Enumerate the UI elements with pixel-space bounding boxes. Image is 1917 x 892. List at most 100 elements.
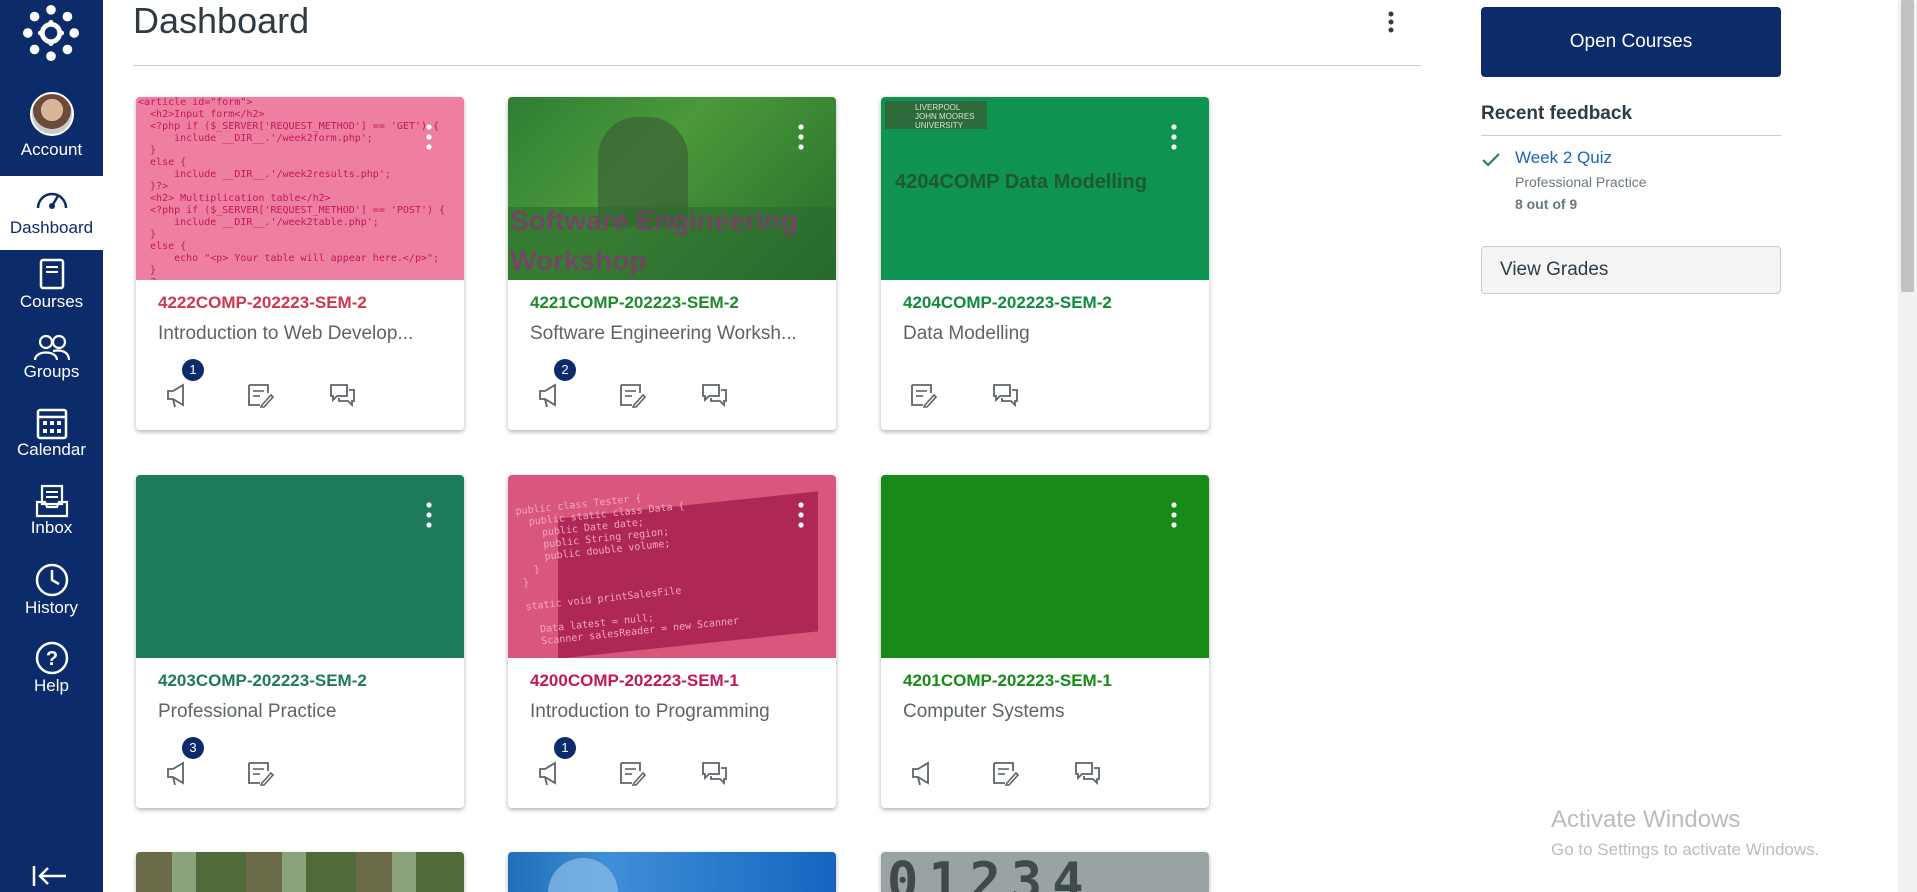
clock-icon: [35, 563, 68, 597]
course-name[interactable]: Professional Practice: [158, 701, 448, 723]
course-card-hero[interactable]: [136, 852, 464, 892]
watermark-subtitle: Go to Settings to activate Windows.: [1551, 840, 1820, 859]
discussions-icon[interactable]: [700, 759, 728, 787]
assignments-icon[interactable]: [618, 759, 647, 787]
course-card[interactable]: 4203COMP-202223-SEM-2 Professional Pract…: [136, 475, 464, 808]
announcements-icon[interactable]: [909, 759, 937, 787]
hero-code-text: public class Tester { public static clas…: [515, 493, 740, 649]
course-card-hero[interactable]: Software Engineering Workshop: [508, 97, 836, 280]
course-name[interactable]: Computer Systems: [903, 701, 1193, 723]
course-card[interactable]: <article id="form"> <h2>Input form</h2> …: [136, 97, 464, 430]
nav-inbox[interactable]: Inbox: [0, 484, 103, 554]
nav-account[interactable]: Account: [0, 92, 103, 166]
card-options-icon[interactable]: [424, 123, 434, 153]
calendar-icon: [36, 408, 67, 440]
dashboard-icon: [36, 192, 67, 209]
course-card[interactable]: public class Tester { public static clas…: [508, 475, 836, 808]
card-action-icons: [909, 381, 1209, 411]
course-card-hero[interactable]: public class Tester { public static clas…: [508, 475, 836, 658]
course-card-hero[interactable]: LIVERPOOL JOHN MOORES UNIVERSITY 4204COM…: [881, 97, 1209, 280]
assignments-icon[interactable]: [909, 381, 938, 409]
right-sidebar: Open Courses Recent feedback Week 2 Quiz…: [1481, 7, 1781, 294]
announcements-icon[interactable]: 1: [536, 737, 576, 787]
announcements-icon[interactable]: 2: [536, 359, 576, 409]
feedback-course: Professional Practice: [1515, 174, 1647, 190]
check-icon: [1482, 153, 1500, 167]
nav-courses-label: Courses: [19, 292, 84, 311]
discussions-icon[interactable]: [1073, 759, 1101, 787]
windows-activation-watermark: Activate Windows Go to Settings to activ…: [1551, 806, 1819, 860]
announcements-icon[interactable]: 3: [164, 737, 204, 787]
assignments-icon[interactable]: [246, 759, 275, 787]
feedback-score: 8 out of 9: [1515, 196, 1578, 212]
course-code[interactable]: 4221COMP-202223-SEM-2: [530, 293, 739, 313]
card-action-icons: 1: [164, 359, 464, 411]
recent-feedback-heading: Recent feedback: [1481, 103, 1781, 136]
card-options-icon[interactable]: [796, 123, 806, 153]
course-code[interactable]: 4204COMP-202223-SEM-2: [903, 293, 1112, 313]
unread-badge: 1: [182, 359, 204, 381]
discussions-icon[interactable]: [700, 381, 728, 409]
course-card-hero[interactable]: <article id="form"> <h2>Input form</h2> …: [136, 97, 464, 280]
nav-calendar[interactable]: Calendar: [0, 406, 103, 476]
course-card[interactable]: 01234: [881, 852, 1209, 892]
assignments-icon[interactable]: [618, 381, 647, 409]
inbox-icon: [35, 484, 68, 518]
course-name[interactable]: Introduction to Web Develop...: [158, 323, 448, 345]
hero-title-text: 4204COMP Data Modelling: [895, 171, 1147, 193]
page-title: Dashboard: [133, 0, 310, 41]
assignments-icon[interactable]: [991, 759, 1020, 787]
card-options-icon[interactable]: [424, 501, 434, 531]
nav-history-label: History: [25, 598, 78, 617]
nav-calendar-label: Calendar: [17, 440, 86, 459]
card-action-icons: [909, 759, 1209, 789]
course-name[interactable]: Introduction to Programming: [530, 701, 820, 723]
course-name[interactable]: Data Modelling: [903, 323, 1193, 345]
course-code[interactable]: 4203COMP-202223-SEM-2: [158, 671, 367, 691]
help-icon: ?: [35, 641, 68, 675]
discussions-icon[interactable]: [328, 381, 356, 409]
nav-account-label: Account: [20, 140, 83, 159]
course-code[interactable]: 4200COMP-202223-SEM-1: [530, 671, 739, 691]
card-options-icon[interactable]: [1169, 123, 1179, 153]
course-card-hero[interactable]: [508, 852, 836, 892]
course-name[interactable]: Software Engineering Worksh...: [530, 323, 820, 345]
canvas-logo-icon[interactable]: [22, 4, 80, 62]
hero-digits: 01234: [887, 852, 1094, 892]
collapse-nav-icon[interactable]: [30, 864, 70, 888]
course-card-hero[interactable]: [136, 475, 464, 658]
announcements-icon[interactable]: 1: [164, 359, 204, 409]
course-code[interactable]: 4222COMP-202223-SEM-2: [158, 293, 367, 313]
unread-badge: 1: [554, 737, 576, 759]
course-card[interactable]: Software Engineering Workshop 4221COMP-2…: [508, 97, 836, 430]
nav-courses[interactable]: Courses: [0, 258, 103, 324]
watermark-title: Activate Windows: [1551, 806, 1741, 833]
open-courses-button[interactable]: Open Courses: [1481, 7, 1781, 77]
nav-groups[interactable]: Groups: [0, 334, 103, 400]
card-options-icon[interactable]: [1169, 501, 1179, 531]
course-card-hero[interactable]: [881, 475, 1209, 658]
course-code[interactable]: 4201COMP-202223-SEM-1: [903, 671, 1112, 691]
course-card[interactable]: 4201COMP-202223-SEM-1 Computer Systems: [881, 475, 1209, 808]
nav-help[interactable]: ? Help: [0, 640, 103, 710]
course-card[interactable]: LIVERPOOL JOHN MOORES UNIVERSITY 4204COM…: [881, 97, 1209, 430]
card-action-icons: 2: [536, 359, 836, 411]
nav-dashboard[interactable]: Dashboard: [0, 176, 103, 250]
assignments-icon[interactable]: [246, 381, 275, 409]
nav-help-label: Help: [34, 676, 69, 695]
hero-title-text: Software Engineering Workshop: [510, 205, 798, 276]
view-grades-button[interactable]: View Grades: [1481, 246, 1781, 294]
scrollbar-thumb[interactable]: [1901, 0, 1914, 292]
page-scrollbar[interactable]: [1898, 0, 1917, 892]
svg-text:?: ?: [45, 648, 57, 670]
nav-inbox-label: Inbox: [30, 518, 73, 537]
hero-code-text: <article id="form"> <h2>Input form</h2> …: [138, 97, 446, 280]
course-card[interactable]: [508, 852, 836, 892]
discussions-icon[interactable]: [991, 381, 1019, 409]
nav-history[interactable]: History: [0, 562, 103, 632]
card-options-icon[interactable]: [796, 501, 806, 531]
course-card-hero[interactable]: 01234: [881, 852, 1209, 892]
dashboard-options-icon[interactable]: [1381, 8, 1401, 38]
course-card[interactable]: [136, 852, 464, 892]
feedback-assignment-link[interactable]: Week 2 Quiz: [1515, 148, 1612, 168]
